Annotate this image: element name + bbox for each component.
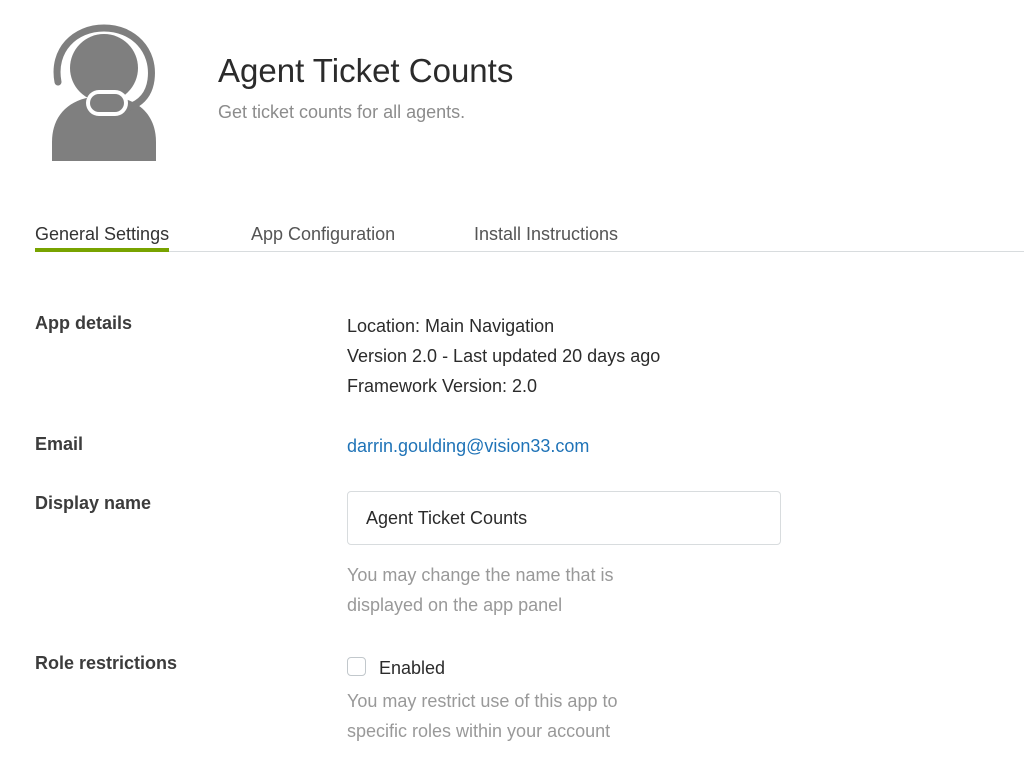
display-name-hint: displayed on the app panel [347,595,563,615]
role-restrictions-checkbox[interactable] [347,657,366,676]
app-details-label: App details [35,313,133,333]
app-location: Location: Main Navigation [347,316,555,336]
settings-tabs: General Settings App Configuration Insta… [0,218,1024,252]
app-subtitle: Get ticket counts for all agents. [218,102,466,122]
role-restrictions-hint: You may restrict use of this app to [347,691,618,711]
tab-install-instructions[interactable]: Install Instructions [474,222,618,252]
role-restrictions-label: Role restrictions [35,653,178,673]
tab-app-configuration[interactable]: App Configuration [251,222,395,252]
display-name-label: Display name [35,493,152,513]
email-label: Email [35,434,84,454]
framework-version: Framework Version: 2.0 [347,376,538,396]
display-name-hint: You may change the name that is [347,565,614,585]
display-name-input[interactable] [347,491,781,545]
email-link[interactable]: darrin.goulding@vision33.com [347,432,589,460]
role-restrictions-hint: specific roles within your account [347,721,611,741]
app-title: Agent Ticket Counts [218,52,514,89]
agent-headset-icon [49,22,159,164]
tab-general-settings[interactable]: General Settings [35,222,170,252]
app-version: Version 2.0 - Last updated 20 days ago [347,346,661,366]
role-restrictions-checkbox-label[interactable]: Enabled [379,655,445,681]
